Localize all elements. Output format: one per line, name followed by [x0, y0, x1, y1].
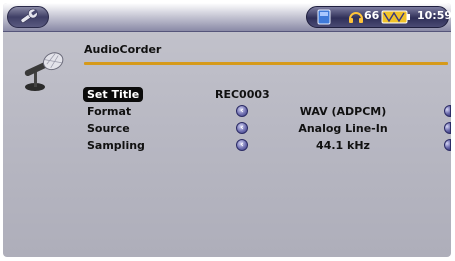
row-sampling-value: 44.1 kHz	[316, 139, 370, 152]
chevron-left-icon: ‹	[240, 106, 244, 116]
chevron-left-icon: ‹	[240, 140, 244, 150]
sampling-prev-arrow[interactable]: ‹	[236, 139, 248, 151]
row-set-title-value[interactable]: REC0003	[215, 87, 295, 102]
source-next-arrow[interactable]	[444, 122, 451, 134]
clock-time: 10:59	[417, 9, 451, 22]
headphones-icon	[349, 12, 363, 23]
row-set-title-label[interactable]: Set Title	[83, 87, 144, 102]
row-sampling-label: Sampling	[87, 139, 145, 152]
page-title: AudioCorder	[84, 43, 162, 56]
row-source-value: Analog Line-In	[298, 122, 388, 135]
volume-value: 66	[364, 9, 380, 22]
recorder-screen: 66 10:59 AudioCorder Set Title REC0003 F…	[3, 3, 451, 257]
battery-icon	[381, 10, 410, 24]
microphone-icon	[24, 52, 64, 91]
wrench-icon	[20, 8, 38, 23]
format-next-arrow[interactable]	[444, 105, 451, 117]
storage-icon	[317, 9, 331, 25]
top-status-bar: 66 10:59	[3, 3, 451, 32]
source-prev-arrow[interactable]: ‹	[236, 122, 248, 134]
title-divider	[84, 62, 448, 65]
sampling-next-arrow[interactable]	[444, 139, 451, 151]
format-prev-arrow[interactable]: ‹	[236, 105, 248, 117]
row-source-label: Source	[87, 122, 130, 135]
chevron-left-icon: ‹	[240, 123, 244, 133]
row-format-label: Format	[87, 105, 132, 118]
tools-button[interactable]	[7, 6, 49, 28]
row-format-value: WAV (ADPCM)	[299, 105, 387, 118]
